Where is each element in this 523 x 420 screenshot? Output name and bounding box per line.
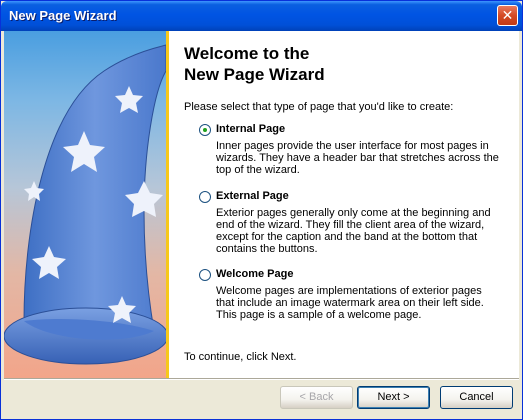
- radio-welcome-page[interactable]: [199, 269, 211, 281]
- option-label[interactable]: Welcome Page: [216, 268, 293, 280]
- radio-internal-page[interactable]: [199, 124, 211, 136]
- window-title: New Page Wizard: [9, 8, 117, 23]
- client-area: Welcome to the New Page Wizard Please se…: [4, 31, 519, 417]
- continue-instruction: To continue, click Next.: [184, 351, 297, 363]
- option-description: Exterior pages generally only come at th…: [216, 207, 491, 255]
- wizard-hat-watermark: [4, 31, 166, 378]
- selection-prompt: Please select that type of page that you…: [184, 101, 454, 113]
- option-description: Inner pages provide the user interface f…: [216, 140, 499, 176]
- wizard-content: Welcome to the New Page Wizard Please se…: [169, 31, 519, 378]
- option-description: Welcome pages are implementations of ext…: [216, 285, 484, 321]
- close-button[interactable]: ✕: [497, 5, 518, 26]
- wizard-window: New Page Wizard ✕ Welcome to the New Pag…: [0, 0, 523, 420]
- page-title-line1: Welcome to the: [184, 44, 310, 63]
- page-title-line2: New Page Wizard: [184, 65, 325, 84]
- next-button[interactable]: Next >: [357, 386, 430, 409]
- cancel-button[interactable]: Cancel: [440, 386, 513, 409]
- title-bar[interactable]: New Page Wizard ✕: [1, 1, 522, 31]
- radio-selected-dot: [203, 128, 207, 132]
- option-label[interactable]: External Page: [216, 190, 289, 202]
- button-separator: [4, 378, 519, 380]
- option-label[interactable]: Internal Page: [216, 123, 285, 135]
- back-button[interactable]: < Back: [280, 386, 353, 409]
- page-title: Welcome to the New Page Wizard: [184, 43, 504, 85]
- radio-external-page[interactable]: [199, 191, 211, 203]
